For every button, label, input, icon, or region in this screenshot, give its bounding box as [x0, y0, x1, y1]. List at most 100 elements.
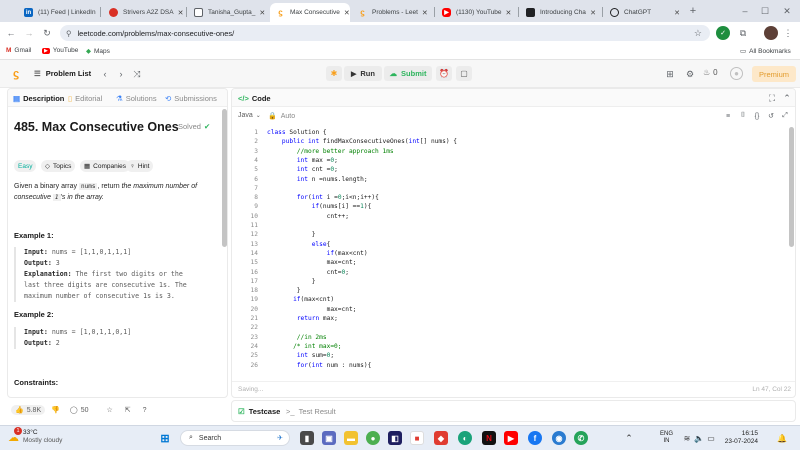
avatar[interactable]	[764, 26, 778, 40]
settings-gear-icon[interactable]: ⚙	[684, 68, 696, 80]
volume-icon[interactable]: 🔈	[694, 432, 704, 444]
tab-chatgpt[interactable]: ChatGPT ✕	[604, 3, 686, 22]
netflix-icon[interactable]: N	[482, 431, 496, 445]
tab-solutions[interactable]: ⚗ Solutions	[116, 94, 157, 103]
teams-icon[interactable]: ▣	[322, 431, 336, 445]
tab-testcase[interactable]: ☑ Testcase	[238, 407, 280, 416]
tab-max-consecutive[interactable]: ϛ Max Consecutive ✕	[270, 3, 350, 22]
star-icon[interactable]: ☆	[106, 406, 112, 414]
chevron-up-icon[interactable]: ⌃	[624, 432, 634, 444]
bookmark-maps[interactable]: ◆ Maps	[86, 47, 110, 56]
reset-icon[interactable]: ↺	[766, 111, 776, 121]
comment-icon[interactable]: ◯	[70, 406, 78, 414]
run-button[interactable]: ▶ Run	[344, 66, 382, 81]
all-bookmarks[interactable]: ▭ All Bookmarks	[740, 47, 791, 56]
reload-icon[interactable]: ↻	[40, 26, 54, 40]
topics-tag[interactable]: ◇ Topics	[41, 160, 76, 172]
close-icon[interactable]: ✕	[96, 9, 98, 17]
wifi-icon[interactable]: ≋	[682, 432, 692, 444]
store-icon[interactable]: ◆	[434, 431, 448, 445]
tab-description[interactable]: ▤ Description	[13, 94, 64, 103]
user-avatar-icon[interactable]: ●	[730, 67, 743, 80]
file-explorer-icon[interactable]: ▬	[344, 431, 358, 445]
app-icon[interactable]: ◧	[388, 431, 402, 445]
bookmark-star-icon[interactable]: ☆	[694, 28, 702, 39]
layout-icon[interactable]: ⊞	[664, 68, 676, 80]
prev-problem-icon[interactable]: ‹	[100, 68, 110, 80]
timer-button[interactable]: ⏰	[436, 66, 452, 81]
auto-mode[interactable]: 🔒 Auto	[268, 112, 295, 121]
next-problem-icon[interactable]: ›	[116, 68, 126, 80]
bookmark-youtube[interactable]: ▶ YouTube	[42, 47, 78, 54]
difficulty-badge[interactable]: Easy	[14, 160, 37, 172]
close-icon[interactable]: ✕	[586, 9, 596, 17]
office-icon[interactable]: ■	[410, 431, 424, 445]
scrollbar[interactable]	[222, 109, 227, 247]
format-icon[interactable]: ≡	[723, 111, 733, 121]
thumbs-down-icon[interactable]: 👎	[51, 406, 60, 414]
close-icon[interactable]: ✕	[340, 9, 350, 17]
bookmark-gmail[interactable]: M Gmail	[6, 47, 31, 54]
new-tab-icon[interactable]: +	[686, 4, 700, 18]
expand-icon[interactable]: ⤢	[780, 111, 790, 121]
language-indicator[interactable]: ENG IN	[660, 431, 673, 445]
hint-tag[interactable]: ♀ Hint	[126, 160, 154, 172]
fullscreen-icon[interactable]: ⛶	[766, 92, 778, 104]
notes-button[interactable]: ▢	[456, 66, 472, 81]
task-view-icon[interactable]: ▮	[300, 431, 314, 445]
close-icon[interactable]: ✕	[255, 9, 265, 17]
chrome-icon[interactable]: ●	[366, 431, 380, 445]
problem-list-button[interactable]: ☰ Problem List	[34, 69, 91, 78]
tab-doc[interactable]: Tanisha_Gupta_ ✕	[188, 3, 268, 22]
collapse-icon[interactable]: ⌃	[781, 92, 793, 104]
windows-start-icon[interactable]: ⊞	[158, 431, 172, 445]
close-icon[interactable]: ✕	[418, 9, 428, 17]
close-icon[interactable]: ✕	[502, 9, 512, 17]
language-select[interactable]: Java ⌄	[238, 112, 261, 119]
more-menu-icon[interactable]: ⋮	[782, 26, 794, 40]
debug-button[interactable]: ✱	[326, 66, 342, 81]
close-window-icon[interactable]: ✕	[780, 4, 794, 18]
forward-icon[interactable]: →	[22, 26, 36, 40]
tab-strivers[interactable]: Strivers A2Z DSA ✕	[103, 3, 183, 22]
code-tab[interactable]: </> Code	[238, 94, 271, 103]
notification-bell-icon[interactable]: 🔔	[776, 432, 788, 444]
close-icon[interactable]: ✕	[174, 9, 183, 17]
companies-tag[interactable]: ▦ Companies	[80, 160, 131, 172]
tab-problems[interactable]: ϛ Problems - Leet ✕	[352, 3, 432, 22]
editor-scrollbar[interactable]	[789, 127, 794, 247]
site-info-icon[interactable]: ⚲	[66, 29, 72, 38]
facebook-icon[interactable]: f	[528, 431, 542, 445]
battery-icon[interactable]: ▭	[706, 432, 716, 444]
youtube-app-icon[interactable]: ▶	[504, 431, 518, 445]
minimize-icon[interactable]: –	[738, 4, 752, 18]
share-icon[interactable]: ⇱	[125, 406, 131, 414]
help-icon[interactable]: ?	[143, 407, 147, 414]
shuffle-icon[interactable]: ⤨	[131, 68, 143, 80]
streak-counter[interactable]: ♨ 0	[703, 68, 718, 77]
whatsapp-icon[interactable]: ✆	[574, 431, 588, 445]
back-icon[interactable]: ←	[4, 26, 18, 40]
leetcode-logo-icon[interactable]: ϛ	[10, 68, 22, 80]
close-icon[interactable]: ✕	[670, 9, 680, 17]
extension-icon[interactable]: ✓	[716, 26, 730, 40]
tab-introducing[interactable]: Introducing Cha ✕	[520, 3, 602, 22]
braces-icon[interactable]: {}	[752, 111, 762, 121]
taskbar-search[interactable]: ⌕ Search ✈	[180, 430, 290, 446]
code-area[interactable]: 1 class Solution {2 public int findMaxCon…	[238, 128, 783, 373]
tab-linkedin[interactable]: in (11) Feed | LinkedIn ✕	[18, 3, 98, 22]
extensions-puzzle-icon[interactable]: ⧉	[736, 26, 750, 40]
tab-test-result[interactable]: >_ Test Result	[286, 407, 336, 416]
tab-youtube[interactable]: ▶ (1130) YouTube ✕	[436, 3, 516, 22]
url-input[interactable]: ⚲ leetcode.com/problems/max-consecutive-…	[60, 25, 710, 41]
edge-icon[interactable]: ◐	[458, 431, 472, 445]
like-button[interactable]: 👍 5.8K	[11, 405, 46, 415]
premium-button[interactable]: Premium	[752, 66, 796, 82]
clock[interactable]: 16:15 23-07-2024	[722, 430, 758, 446]
messenger-icon[interactable]: ◉	[552, 431, 566, 445]
bookmark-icon[interactable]: ⌷	[738, 111, 748, 121]
submit-button[interactable]: ☁ Submit	[384, 66, 432, 81]
tab-editorial[interactable]: ▯ Editorial	[68, 94, 102, 103]
maximize-icon[interactable]: ☐	[758, 4, 772, 18]
tab-submissions[interactable]: ⟲ Submissions	[165, 94, 217, 103]
